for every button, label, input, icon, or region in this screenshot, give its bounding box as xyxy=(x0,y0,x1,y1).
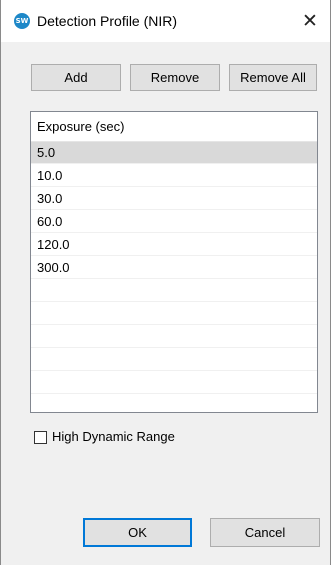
list-item[interactable]: 60.0 xyxy=(31,211,317,233)
add-button[interactable]: Add xyxy=(31,64,121,91)
hdr-checkbox[interactable] xyxy=(34,431,47,444)
remove-button[interactable]: Remove xyxy=(130,64,220,91)
close-button[interactable]: ✕ xyxy=(290,0,330,42)
exposure-list[interactable]: Exposure (sec) 5.0 10.0 30.0 60.0 120.0 … xyxy=(30,111,318,413)
app-logo-text: SW xyxy=(15,17,29,25)
ok-button[interactable]: OK xyxy=(83,518,192,547)
close-icon: ✕ xyxy=(302,10,318,32)
title-bar: SW Detection Profile (NIR) ✕ xyxy=(1,0,330,42)
list-item[interactable]: 30.0 xyxy=(31,188,317,210)
window-title: Detection Profile (NIR) xyxy=(37,13,178,29)
hdr-checkbox-label[interactable]: High Dynamic Range xyxy=(52,429,175,445)
list-item-empty[interactable] xyxy=(31,372,317,394)
detection-profile-dialog: SW Detection Profile (NIR) ✕ Add Remove … xyxy=(0,0,331,565)
list-item[interactable]: 5.0 xyxy=(31,142,317,164)
list-item-empty[interactable] xyxy=(31,303,317,325)
list-item[interactable]: 10.0 xyxy=(31,165,317,187)
list-item[interactable]: 300.0 xyxy=(31,257,317,279)
app-logo-icon: SW xyxy=(14,13,30,29)
list-item[interactable]: 120.0 xyxy=(31,234,317,256)
list-item-empty[interactable] xyxy=(31,280,317,302)
exposure-column-header[interactable]: Exposure (sec) xyxy=(31,112,317,142)
cancel-button[interactable]: Cancel xyxy=(210,518,320,547)
remove-all-button[interactable]: Remove All xyxy=(229,64,317,91)
list-item-empty[interactable] xyxy=(31,349,317,371)
list-item-empty[interactable] xyxy=(31,326,317,348)
